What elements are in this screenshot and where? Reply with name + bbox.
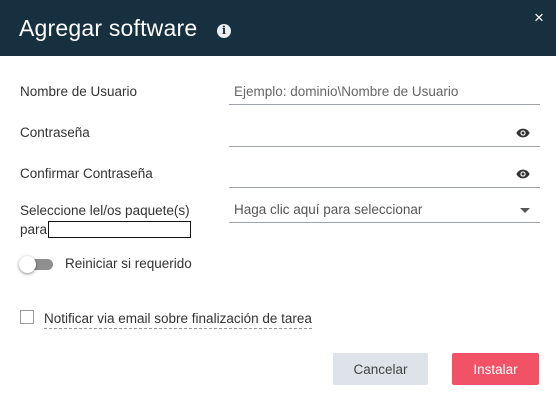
restart-toggle-label: Reiniciar si requerido	[65, 256, 192, 271]
confirm-password-field-wrapper	[229, 163, 540, 188]
password-label: Contraseña	[20, 125, 90, 140]
password-field-wrapper	[229, 122, 540, 147]
toggle-knob	[19, 256, 36, 273]
info-icon[interactable]: i	[217, 24, 231, 38]
password-input[interactable]	[229, 122, 504, 144]
packages-label-line2: para	[20, 222, 48, 237]
notify-checkbox[interactable]	[20, 310, 34, 324]
confirm-password-input[interactable]	[229, 163, 504, 185]
notify-checkbox-label[interactable]: Notificar via email sobre finalización d…	[44, 311, 312, 329]
username-field-wrapper	[229, 80, 540, 105]
restart-toggle[interactable]	[19, 256, 55, 273]
caret-down-icon	[520, 208, 530, 213]
close-icon[interactable]: ×	[534, 8, 544, 28]
dialog-title: Agregar software	[19, 15, 198, 41]
packages-select[interactable]: Haga clic aquí para seleccionar	[229, 198, 540, 223]
add-software-dialog: Agregar software i × Nombre de Usuario C…	[0, 0, 560, 400]
redacted-field	[48, 221, 191, 238]
username-input[interactable]	[229, 80, 504, 102]
confirm-password-label: Confirmar Contraseña	[20, 166, 153, 181]
packages-select-value: Haga clic aquí para seleccionar	[234, 202, 423, 217]
install-button[interactable]: Instalar	[452, 353, 539, 385]
packages-label-line1: Seleccione lel/os paquete(s)	[20, 203, 190, 218]
eye-icon[interactable]	[516, 126, 530, 140]
cancel-button[interactable]: Cancelar	[333, 353, 428, 385]
eye-icon[interactable]	[516, 167, 530, 181]
dialog-header: Agregar software i ×	[0, 0, 556, 56]
username-label: Nombre de Usuario	[20, 84, 138, 99]
